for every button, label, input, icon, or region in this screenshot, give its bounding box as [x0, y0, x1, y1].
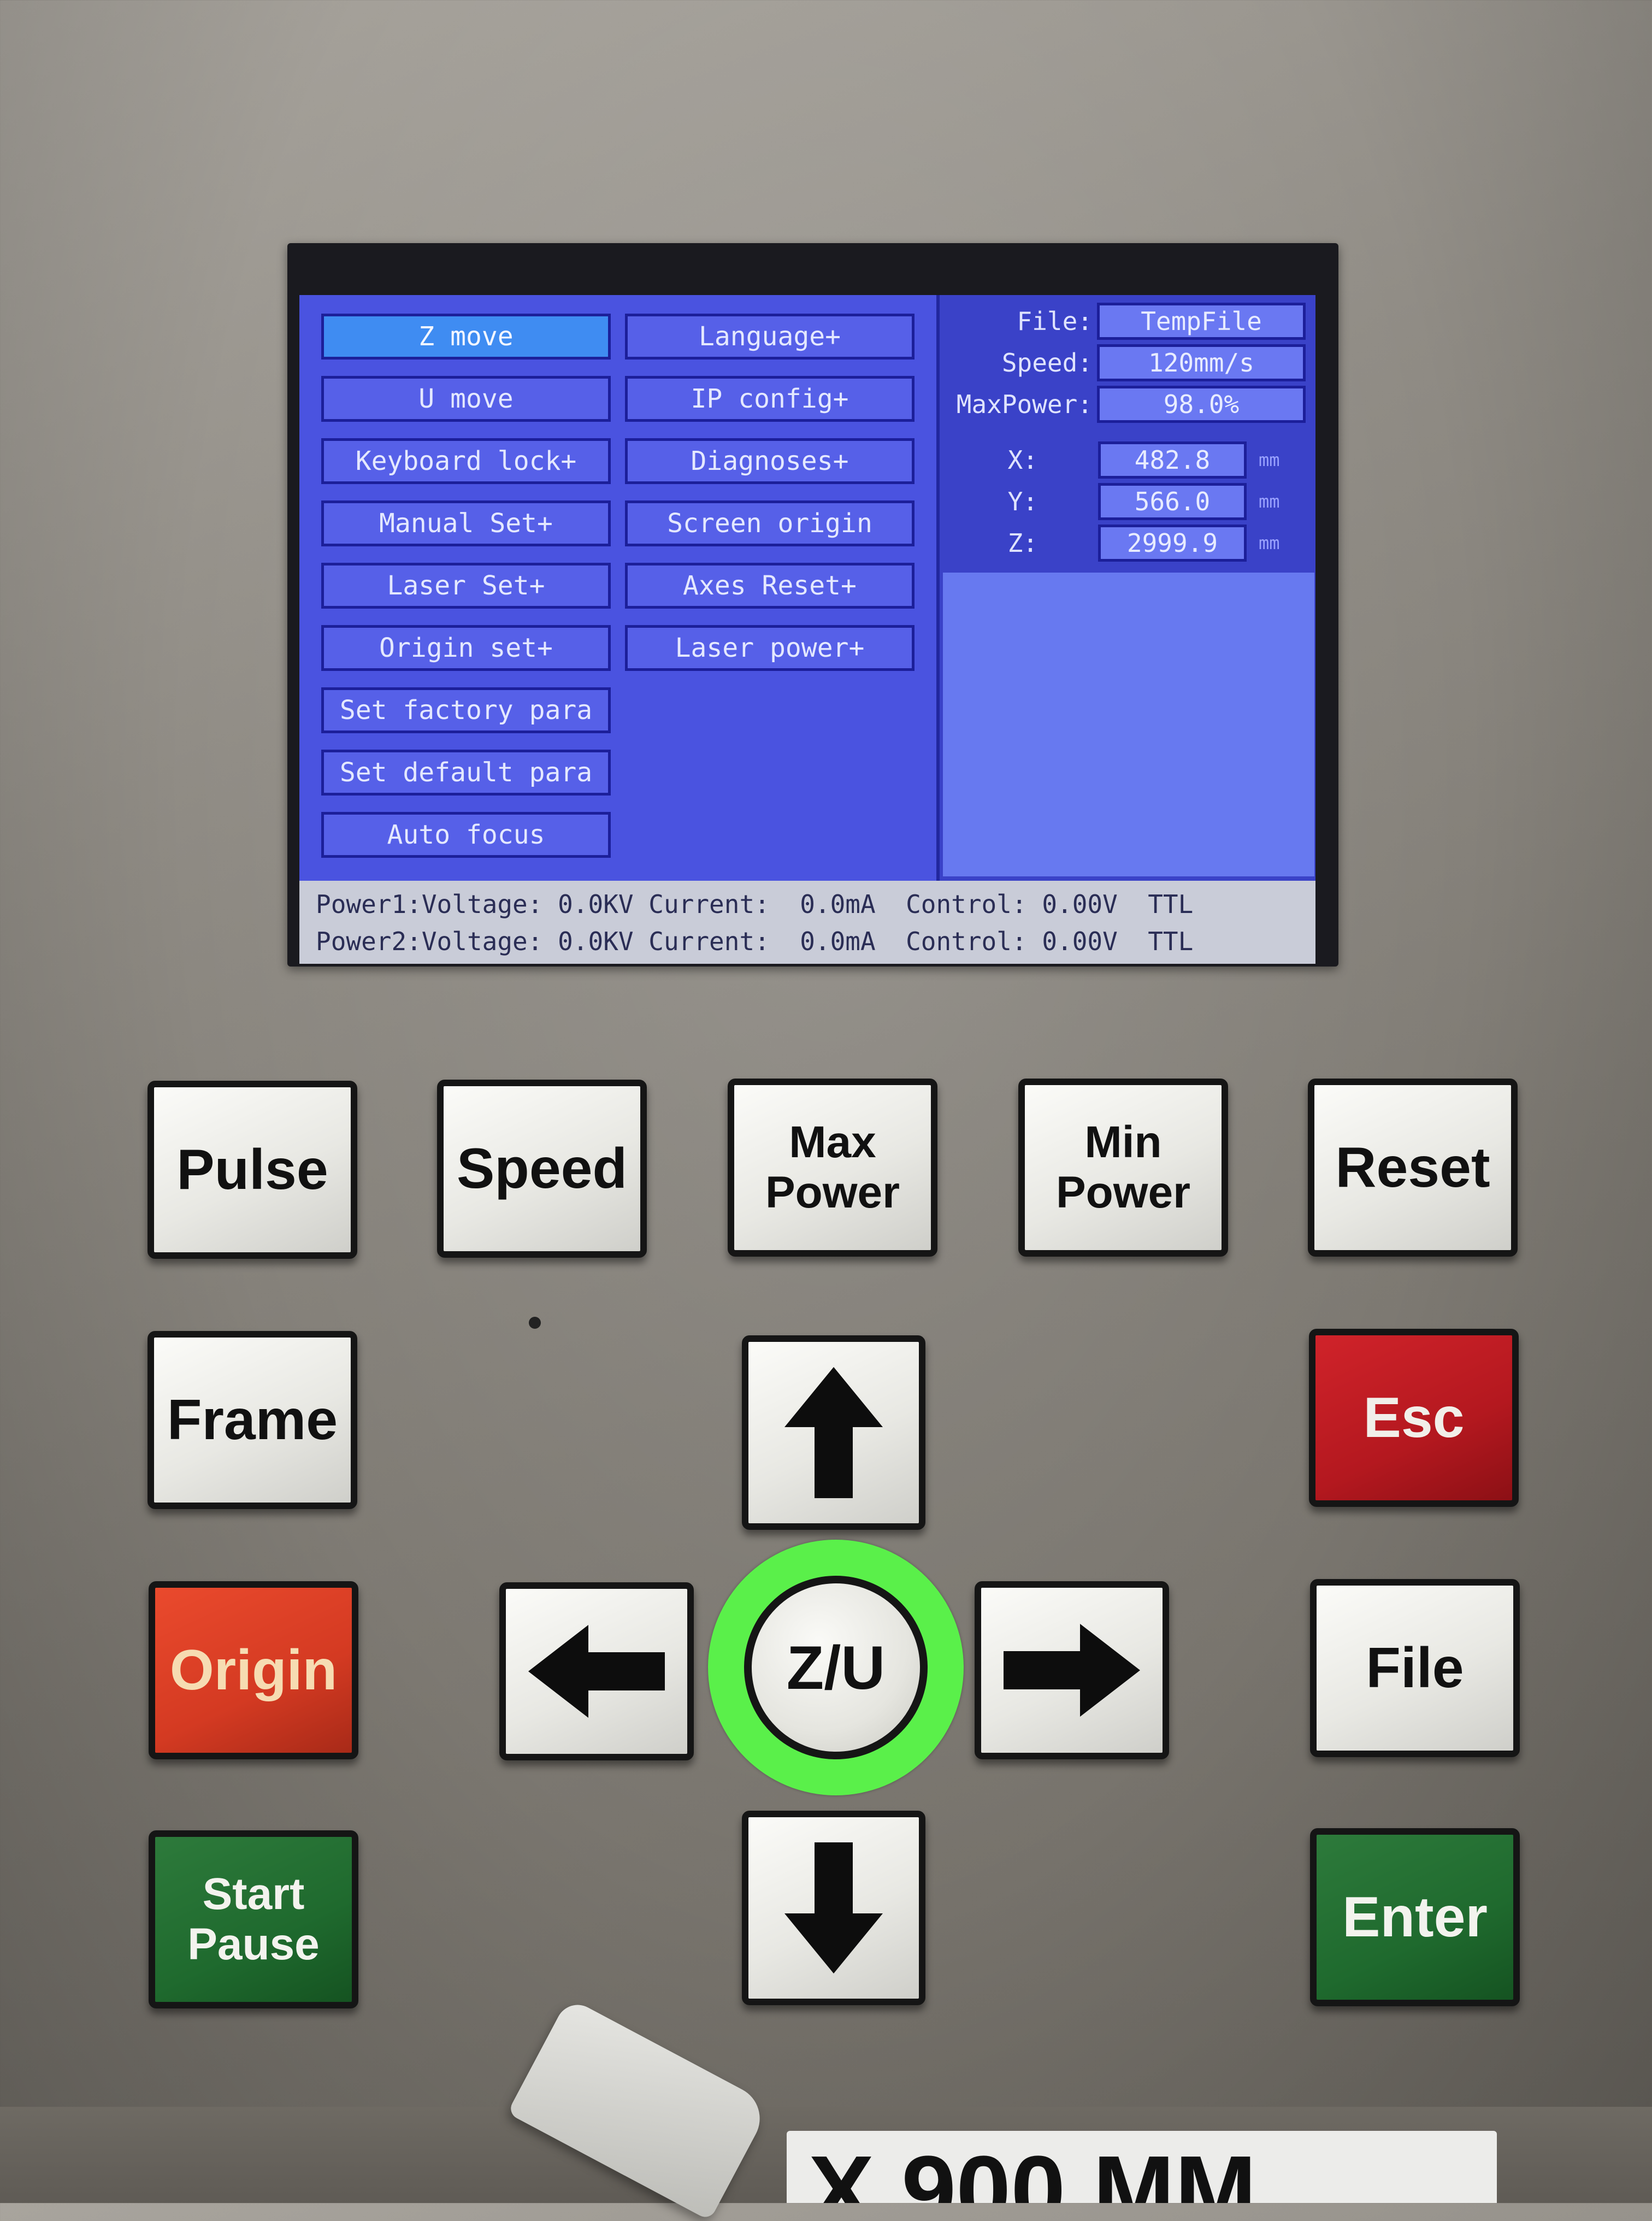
z-label: Z:	[1007, 528, 1038, 558]
menu-item-set-factory-para[interactable]: Set factory para	[321, 687, 611, 733]
start-pause-key[interactable]: Start Pause	[149, 1830, 358, 2008]
lcd-status-bar: Power1:Voltage: 0.0KV Current: 0.0mA Con…	[299, 881, 1315, 964]
file-label: File:	[1017, 307, 1093, 336]
menu-item-origin-set[interactable]: Origin set+	[321, 625, 611, 671]
esc-key[interactable]: Esc	[1309, 1329, 1519, 1507]
menu-item-laser-set[interactable]: Laser Set+	[321, 563, 611, 609]
speed-value: 120mm/s	[1097, 344, 1306, 381]
left-arrow-key[interactable]	[499, 1582, 694, 1760]
menu-item-ip-config[interactable]: IP config+	[625, 376, 914, 422]
max-power-key[interactable]: Max Power	[728, 1079, 937, 1257]
pulse-key-label: Pulse	[176, 1138, 328, 1201]
power1-status: Power1:Voltage: 0.0KV Current: 0.0mA Con…	[316, 889, 1194, 919]
frame-key[interactable]: Frame	[148, 1331, 357, 1509]
menu-item-auto-focus[interactable]: Auto focus	[321, 812, 611, 858]
zu-key[interactable]: Z/U	[744, 1576, 928, 1759]
speed-key[interactable]: Speed	[437, 1080, 647, 1258]
arrow-left-icon	[528, 1625, 665, 1718]
menu-item-laser-power[interactable]: Laser power+	[625, 625, 914, 671]
menu-item-language[interactable]: Language+	[625, 314, 914, 360]
pulse-key[interactable]: Pulse	[148, 1081, 357, 1259]
x-label: X:	[1007, 445, 1038, 475]
start-pause-key-label: Start Pause	[187, 1869, 320, 1969]
file-value: TempFile	[1097, 303, 1306, 340]
menu-item-z-move[interactable]: Z move	[321, 314, 611, 360]
file-key-label: File	[1366, 1636, 1464, 1700]
control-panel: Z move Language+ U move IP config+ Keybo…	[0, 0, 1652, 2221]
enter-key-label: Enter	[1342, 1886, 1488, 1949]
menu-item-u-move[interactable]: U move	[321, 376, 611, 422]
info-blank-area	[943, 573, 1314, 876]
z-value: 2999.9	[1098, 525, 1247, 562]
z-unit: mm	[1259, 533, 1280, 553]
x-unit: mm	[1259, 450, 1280, 470]
arrow-up-icon	[784, 1367, 883, 1498]
up-arrow-key[interactable]	[742, 1335, 925, 1530]
min-power-key[interactable]: Min Power	[1018, 1079, 1228, 1257]
menu-item-diagnoses[interactable]: Diagnoses+	[625, 438, 914, 484]
maxpower-label: MaxPower:	[956, 390, 1093, 419]
enter-key[interactable]: Enter	[1310, 1828, 1520, 2006]
min-power-key-label: Min Power	[1055, 1117, 1191, 1217]
menu-item-axes-reset[interactable]: Axes Reset+	[625, 563, 914, 609]
arrow-down-icon	[784, 1842, 883, 1973]
menu-item-manual-set[interactable]: Manual Set+	[321, 500, 611, 546]
panel-screw-dot	[529, 1317, 541, 1329]
right-arrow-key[interactable]	[975, 1581, 1169, 1759]
lcd-info-panel: File: TempFile Speed: 120mm/s MaxPower: …	[936, 295, 1315, 881]
esc-key-label: Esc	[1363, 1386, 1465, 1450]
arrow-right-icon	[1004, 1624, 1140, 1717]
axis-size-label: X 900 MM	[787, 2131, 1497, 2203]
reset-key-label: Reset	[1335, 1136, 1490, 1199]
lcd-screen: Z move Language+ U move IP config+ Keybo…	[299, 295, 1315, 964]
menu-item-keyboard-lock[interactable]: Keyboard lock+	[321, 438, 611, 484]
speed-key-label: Speed	[456, 1137, 628, 1200]
file-key[interactable]: File	[1310, 1579, 1520, 1757]
speed-label: Speed:	[1001, 348, 1093, 378]
y-label: Y:	[1007, 487, 1038, 516]
reset-key[interactable]: Reset	[1308, 1079, 1518, 1257]
y-value: 566.0	[1098, 483, 1247, 520]
lcd-menu: Z move Language+ U move IP config+ Keybo…	[299, 295, 936, 881]
origin-key-label: Origin	[169, 1639, 338, 1702]
zu-key-label: Z/U	[786, 1633, 886, 1702]
origin-key[interactable]: Origin	[149, 1581, 358, 1759]
power2-status: Power2:Voltage: 0.0KV Current: 0.0mA Con…	[316, 927, 1194, 956]
max-power-key-label: Max Power	[765, 1117, 900, 1217]
down-arrow-key[interactable]	[742, 1811, 925, 2005]
maxpower-value: 98.0%	[1097, 386, 1306, 423]
menu-item-set-default-para[interactable]: Set default para	[321, 750, 611, 796]
y-unit: mm	[1259, 491, 1280, 512]
frame-key-label: Frame	[167, 1388, 338, 1452]
x-value: 482.8	[1098, 441, 1247, 479]
menu-item-screen-origin[interactable]: Screen origin	[625, 500, 914, 546]
